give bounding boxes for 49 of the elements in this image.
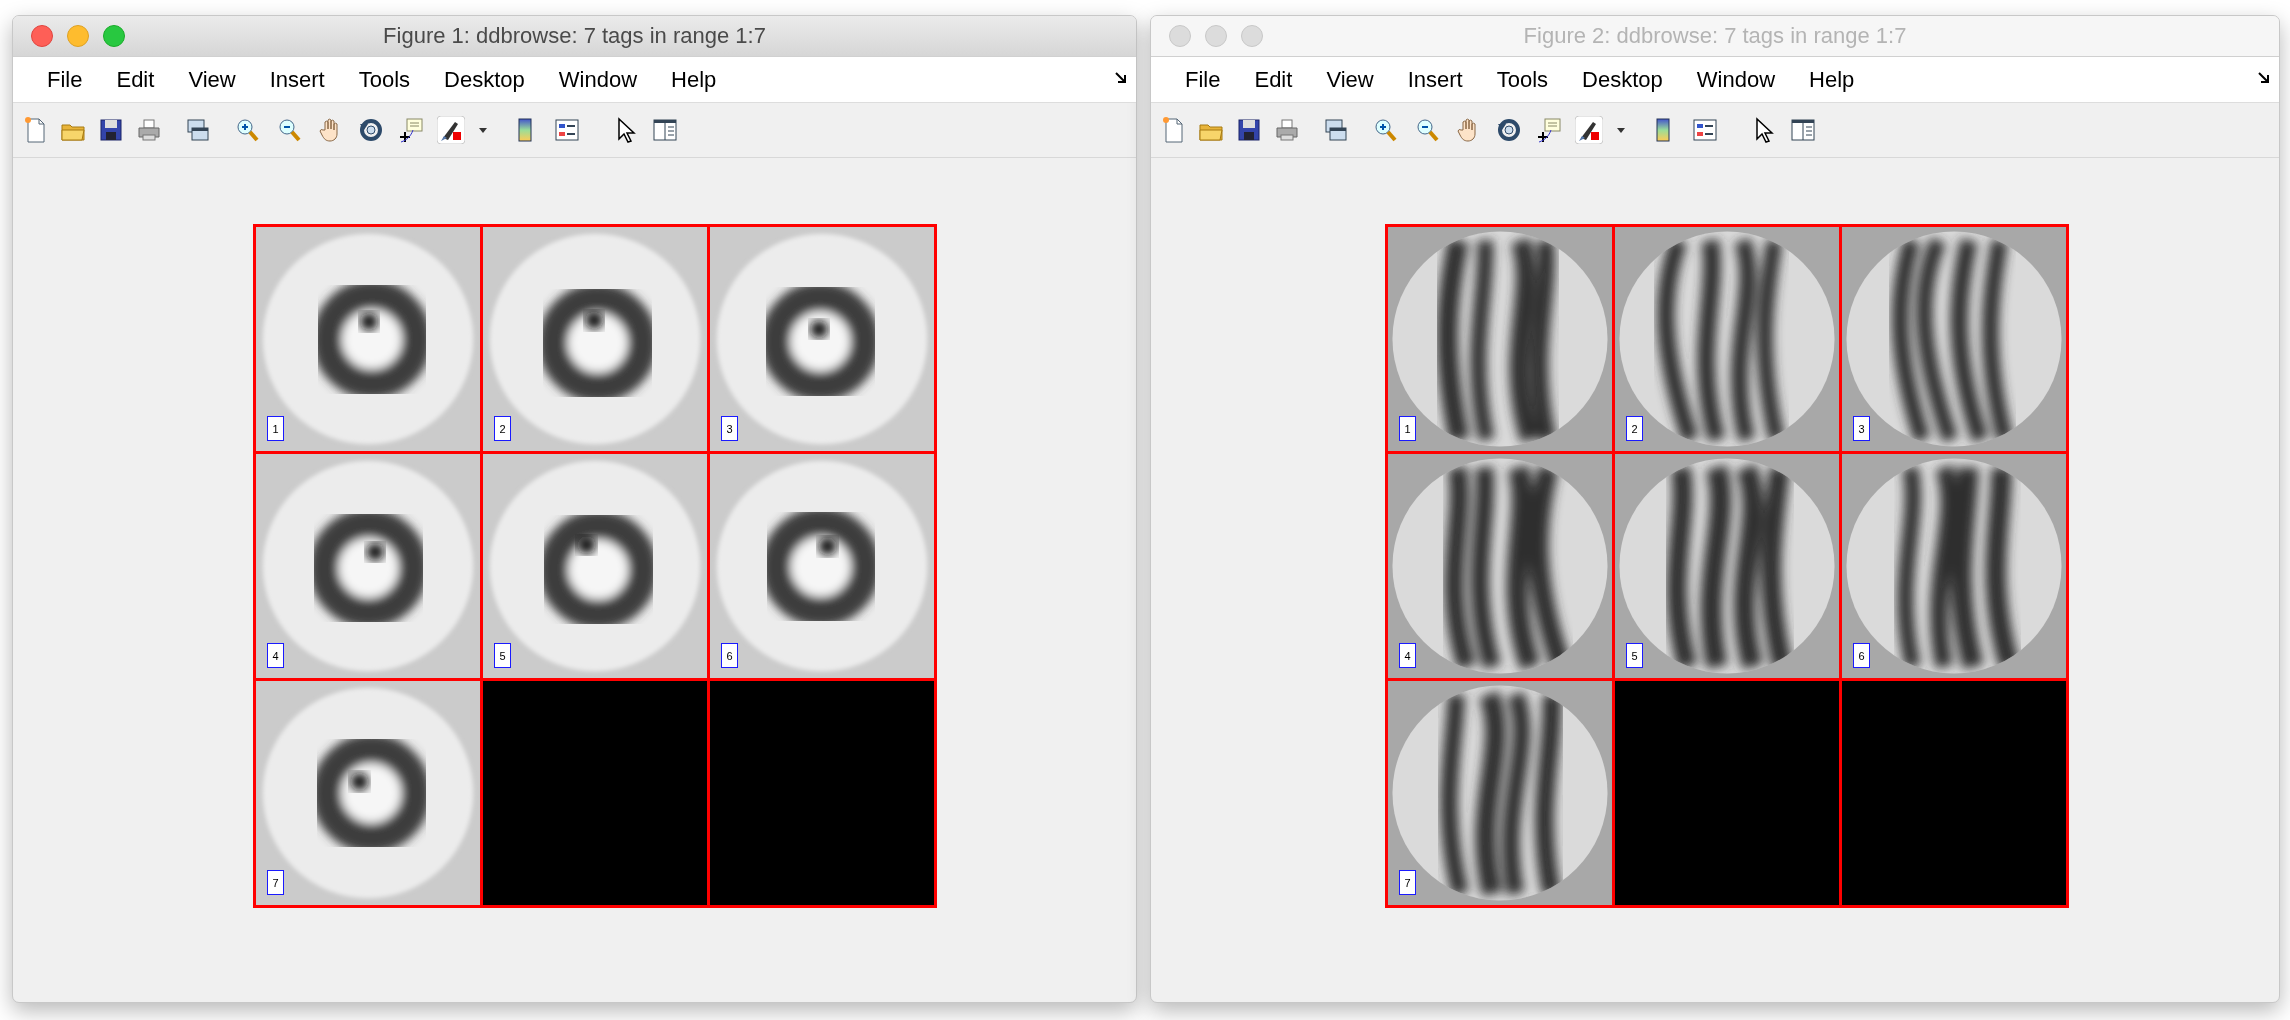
tile-number-label: 1 [1399, 416, 1416, 441]
menu-item[interactable]: Window [546, 68, 650, 91]
rotate-icon[interactable] [1495, 116, 1523, 144]
printer-icon[interactable] [1273, 116, 1301, 144]
tile-number-label: 3 [721, 416, 738, 441]
menu-item[interactable]: Desktop [1570, 68, 1675, 91]
menu-item[interactable]: File [35, 68, 95, 91]
menu-item[interactable]: Edit [1242, 68, 1305, 91]
menu-item[interactable]: Insert [257, 68, 337, 91]
save-icon[interactable] [97, 116, 125, 144]
tile-number-label: 2 [1626, 416, 1643, 441]
property-panel-icon[interactable] [1789, 116, 1817, 144]
tile-number-label: 5 [494, 643, 511, 668]
close-button[interactable] [31, 25, 53, 47]
menu-item[interactable]: Edit [104, 68, 167, 91]
tile-number-label: 6 [721, 643, 738, 668]
menu-item[interactable]: Insert [1395, 68, 1475, 91]
tile-number-label: 4 [1399, 643, 1416, 668]
brush-icon[interactable] [1575, 116, 1603, 144]
dock-arrow-icon[interactable] [2257, 71, 2271, 85]
window-title: Figure 1: ddbrowse: 7 tags in range 1:7 [383, 23, 766, 48]
tile-number-label: 7 [267, 870, 284, 895]
menu-item[interactable]: View [1314, 68, 1386, 91]
menu-item[interactable]: Tools [346, 68, 423, 91]
tile-number-label: 1 [267, 416, 284, 441]
menu-item[interactable]: Help [659, 68, 729, 91]
legend-icon[interactable] [553, 116, 581, 144]
menu-item[interactable]: Tools [1484, 68, 1561, 91]
menu-item[interactable]: Window [1684, 68, 1788, 91]
tile-number-label: 6 [1853, 643, 1870, 668]
data-cursor-icon[interactable] [397, 116, 425, 144]
menu-item[interactable]: Desktop [432, 68, 537, 91]
tile-number-label: 7 [1399, 870, 1416, 895]
menu-item[interactable]: View [176, 68, 248, 91]
data-cursor-icon[interactable] [1535, 116, 1563, 144]
menu-item[interactable]: File [1173, 68, 1233, 91]
printer-icon[interactable] [135, 116, 163, 144]
property-panel-icon[interactable] [651, 116, 679, 144]
dock-arrow-icon[interactable] [1114, 71, 1128, 85]
menu-item[interactable]: Help [1797, 68, 1867, 91]
tile-number-label: 3 [1853, 416, 1870, 441]
legend-icon[interactable] [1691, 116, 1719, 144]
window-title: Figure 2: ddbrowse: 7 tags in range 1:7 [1523, 23, 1907, 48]
save-icon[interactable] [1235, 116, 1263, 144]
tile-number-label: 4 [267, 643, 284, 668]
brush-icon[interactable] [437, 116, 465, 144]
rotate-icon[interactable] [357, 116, 385, 144]
tile-number-label: 2 [494, 416, 511, 441]
tile-number-label: 5 [1626, 643, 1643, 668]
